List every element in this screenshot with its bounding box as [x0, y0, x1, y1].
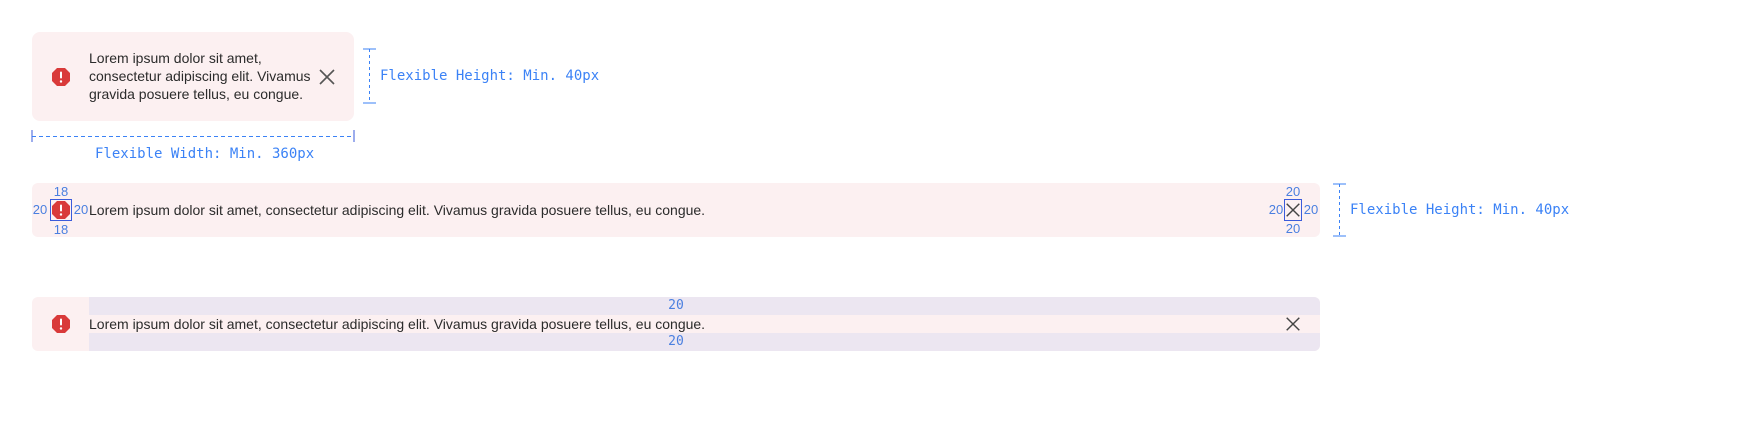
text-top-spacing: 20 [668, 298, 684, 313]
close-top-spacing: 20 [1285, 184, 1301, 199]
close-bottom-spacing: 20 [1285, 221, 1301, 236]
close-icon[interactable] [1284, 315, 1302, 333]
flexible-height-label: Flexible Height: Min. 40px [380, 68, 600, 84]
alert-message-line: gravida posuere tellus, eu congue. [89, 86, 304, 102]
icon-left-spacing: 20 [32, 202, 48, 217]
icon-bottom-spacing: 18 [53, 222, 69, 237]
text-bottom-spacing: 20 [668, 334, 684, 349]
close-left-spacing: 20 [1268, 202, 1284, 217]
alert-compact: Lorem ipsum dolor sit amet, consectetur … [32, 32, 354, 121]
alert-message: Lorem ipsum dolor sit amet, consectetur … [89, 316, 706, 332]
close-right-spacing: 20 [1303, 202, 1319, 217]
height-dimension-line [1333, 183, 1346, 237]
error-icon [52, 201, 70, 219]
error-icon [52, 68, 70, 86]
alert-message-line: Lorem ipsum dolor sit amet, [89, 50, 262, 66]
alert-wide-padding: 20 20 Lorem ipsum dolor sit amet, consec… [32, 297, 1320, 351]
alert-message: Lorem ipsum dolor sit amet, consectetur … [89, 202, 706, 218]
alert-message: Lorem ipsum dolor sit amet, consectetur … [89, 49, 319, 103]
bottom-padding-band [89, 333, 1320, 351]
error-icon [52, 315, 70, 333]
flexible-width-label: Flexible Width: Min. 360px [95, 146, 315, 162]
height-dimension-line [363, 48, 376, 104]
icon-top-spacing: 18 [53, 184, 69, 199]
flexible-height-label: Flexible Height: Min. 40px [1350, 202, 1570, 218]
close-icon[interactable] [317, 67, 337, 87]
alert-message-line: consectetur adipiscing elit. Vivamus [89, 68, 311, 84]
top-padding-band [89, 297, 1320, 315]
width-dimension-line [31, 130, 355, 142]
alert-wide-spacing: 18 18 20 20 Lorem ipsum dolor sit amet, … [32, 183, 1320, 237]
